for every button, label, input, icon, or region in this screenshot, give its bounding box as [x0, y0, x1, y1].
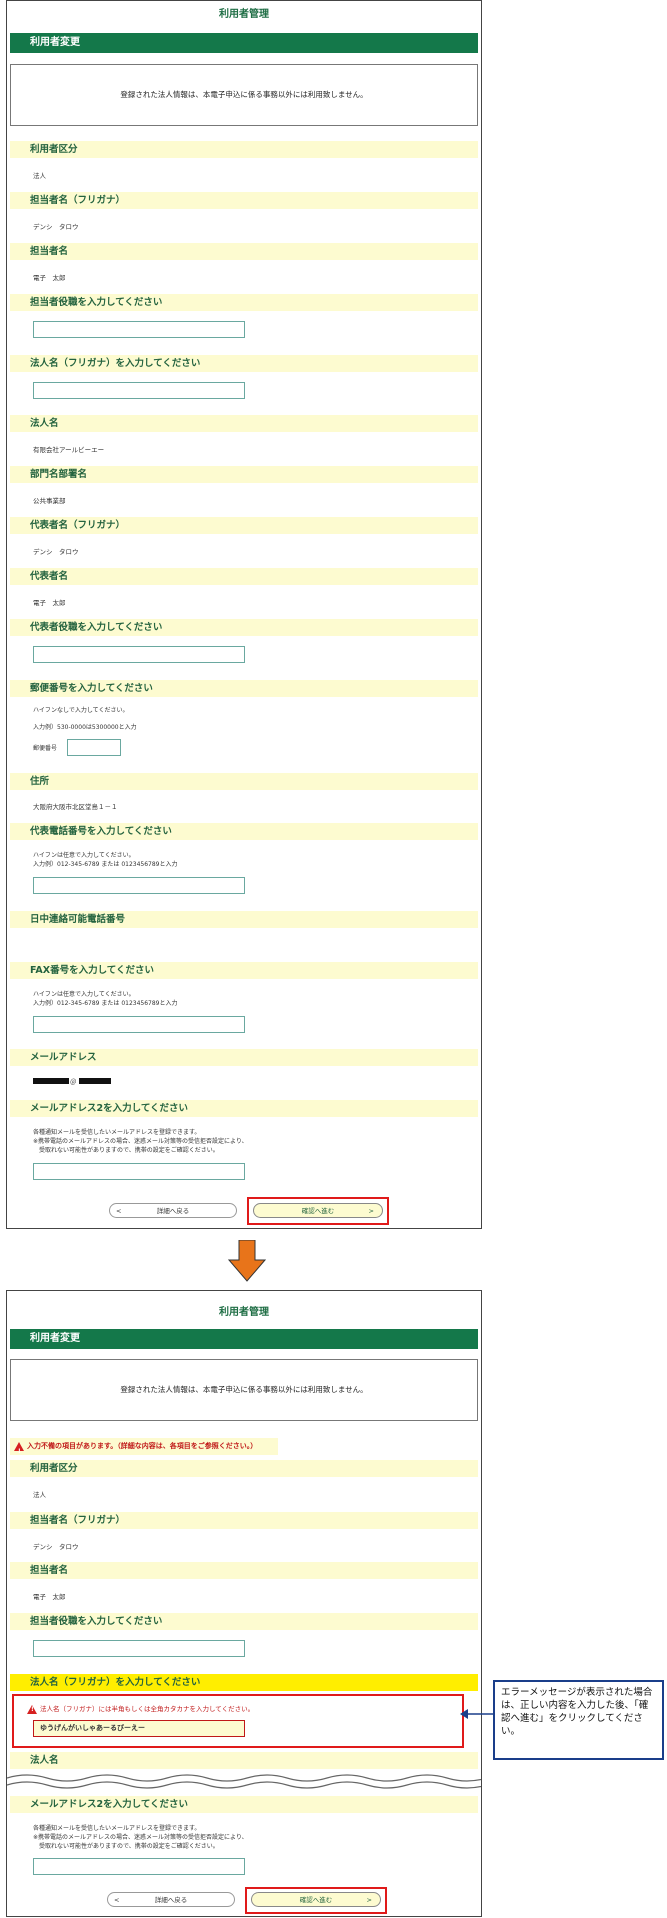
postal-input[interactable] [67, 739, 121, 756]
label-corp-name: 法人名 [10, 1752, 478, 1769]
rep-phone-help-1: ハイフンは任意で入力してください。 [33, 852, 135, 859]
value-contact-kana: デンシ タロウ [33, 1543, 79, 1551]
value-user-type: 法人 [33, 1491, 46, 1499]
label-email2: メールアドレス2を入力してください [10, 1796, 478, 1813]
value-corp-name: 有限会社アールビーエー [33, 446, 105, 454]
label-contact-kana: 担当者名（フリガナ） [10, 192, 478, 209]
label-rep-kana: 代表者名（フリガナ） [10, 517, 478, 534]
redacted-email-domain [79, 1078, 111, 1084]
postal-help-1: ハイフンなしで入力してください。 [33, 707, 129, 714]
fax-help-2: 入力例）012-345-6789 または 0123456789と入力 [33, 1000, 178, 1007]
fax-input[interactable] [33, 1016, 245, 1033]
email2-help-3: 受取れない可能性がありますので、携帯の設定をご確認ください。 [39, 1147, 219, 1154]
value-contact-kana: デンシ タロウ [33, 223, 79, 231]
redacted-email-local [33, 1078, 69, 1084]
postal-help-2: 入力例）530-0000は5300000と入力 [33, 724, 137, 731]
label-corp-kana: 法人名（フリガナ）を入力してください [10, 355, 478, 372]
label-contact-name: 担当者名 [10, 1562, 478, 1579]
label-rep-phone: 代表電話番号を入力してください [10, 823, 478, 840]
fax-help-1: ハイフンは任意で入力してください。 [33, 991, 135, 998]
email2-help-2: ※携帯電話のメールアドレスの場合、迷惑メール対策等の受信拒否設定により、 [33, 1834, 248, 1841]
label-rep-name: 代表者名 [10, 568, 478, 585]
corp-kana-error-text: 法人名（フリガナ）には半角もしくは全角カタカナを入力してください。 [40, 1705, 255, 1713]
page-title: 利用者管理 [219, 9, 269, 20]
error-summary: ! 入力不備の項目があります。（詳細な内容は、各項目をご参照ください。） [10, 1438, 278, 1455]
email-at: ＠ [70, 1078, 77, 1086]
value-contact-name: 電子 太郎 [33, 274, 66, 282]
back-button[interactable]: < 詳細へ戻る [109, 1203, 237, 1218]
label-corp-kana-error: 法人名（フリガナ）を入力してください [10, 1674, 478, 1691]
value-contact-name: 電子 太郎 [33, 1593, 66, 1601]
rep-phone-input[interactable] [33, 877, 245, 894]
warning-icon: ! [27, 1704, 37, 1714]
rep-phone-help-2: 入力例）012-345-6789 または 0123456789と入力 [33, 861, 178, 868]
error-summary-text: 入力不備の項目があります。（詳細な内容は、各項目をご参照ください。） [27, 1442, 258, 1450]
label-email: メールアドレス [10, 1049, 478, 1066]
label-user-type: 利用者区分 [10, 141, 478, 158]
omission-wave [7, 1771, 481, 1793]
email2-help-1: 各種通知メールを受信したいメールアドレスを登録できます。 [33, 1825, 201, 1832]
label-contact-name: 担当者名 [10, 243, 478, 260]
notice-box: 登録された法人情報は、本電子申込に係る事務以外には利用致しません。 [10, 64, 478, 126]
label-address: 住所 [10, 773, 478, 790]
contact-title-input[interactable] [33, 1640, 245, 1657]
label-corp-name: 法人名 [10, 415, 478, 432]
label-email2: メールアドレス2を入力してください [10, 1100, 478, 1117]
label-rep-title: 代表者役職を入力してください [10, 619, 478, 636]
value-rep-name: 電子 太郎 [33, 599, 66, 607]
highlight-next-button [247, 1197, 389, 1225]
label-fax: FAX番号を入力してください [10, 962, 478, 979]
label-user-type: 利用者区分 [10, 1460, 478, 1477]
form-panel-error: 利用者管理 利用者変更 登録された法人情報は、本電子申込に係る事務以外には利用致… [6, 1290, 482, 1917]
corp-kana-error-message: ! 法人名（フリガナ）には半角もしくは全角カタカナを入力してください。 [27, 1703, 254, 1714]
value-user-type: 法人 [33, 172, 46, 180]
back-button-label: 詳細へ戻る [154, 1896, 188, 1904]
highlight-next-button [245, 1887, 387, 1914]
label-contact-title: 担当者役職を入力してください [10, 294, 478, 311]
warning-icon: ! [14, 1441, 24, 1455]
rep-title-input[interactable] [33, 646, 245, 663]
label-dept: 部門名部署名 [10, 466, 478, 483]
email2-input[interactable] [33, 1858, 245, 1875]
callout-pointer-icon [460, 1709, 494, 1719]
back-button[interactable]: < 詳細へ戻る [107, 1892, 235, 1907]
value-dept: 公共事業部 [33, 497, 66, 505]
page-title: 利用者管理 [219, 1307, 269, 1318]
value-rep-kana: デンシ タロウ [33, 548, 79, 556]
email2-help-3: 受取れない可能性がありますので、携帯の設定をご確認ください。 [39, 1843, 219, 1850]
notice-box: 登録された法人情報は、本電子申込に係る事務以外には利用致しません。 [10, 1359, 478, 1421]
email2-help-2: ※携帯電話のメールアドレスの場合、迷惑メール対策等の受信拒否設定により、 [33, 1138, 248, 1145]
instruction-callout: エラーメッセージが表示された場合は、正しい内容を入力した後、「確認へ進む」をクリ… [493, 1680, 664, 1760]
chevron-left-icon: < [116, 1207, 122, 1215]
postal-sublabel: 郵便番号 [33, 745, 58, 752]
email2-input[interactable] [33, 1163, 245, 1180]
down-arrow-icon [228, 1240, 266, 1282]
back-button-label: 詳細へ戻る [156, 1207, 190, 1215]
label-contact-kana: 担当者名（フリガナ） [10, 1512, 478, 1529]
section-header: 利用者変更 [10, 1329, 478, 1349]
corp-kana-input-error[interactable]: ゆうげんがいしゃあーるびーえー [33, 1720, 245, 1737]
label-day-phone: 日中連絡可能電話番号 [10, 911, 478, 928]
section-header: 利用者変更 [10, 33, 478, 53]
label-contact-title: 担当者役職を入力してください [10, 1613, 478, 1630]
chevron-left-icon: < [114, 1896, 120, 1904]
value-address: 大阪府大阪市北区堂島１－１ [33, 803, 118, 811]
form-panel-before: 利用者管理 利用者変更 登録された法人情報は、本電子申込に係る事務以外には利用致… [6, 0, 482, 1229]
label-postal: 郵便番号を入力してください [10, 680, 478, 697]
contact-title-input[interactable] [33, 321, 245, 338]
corp-kana-input[interactable] [33, 382, 245, 399]
email2-help-1: 各種通知メールを受信したいメールアドレスを登録できます。 [33, 1129, 201, 1136]
